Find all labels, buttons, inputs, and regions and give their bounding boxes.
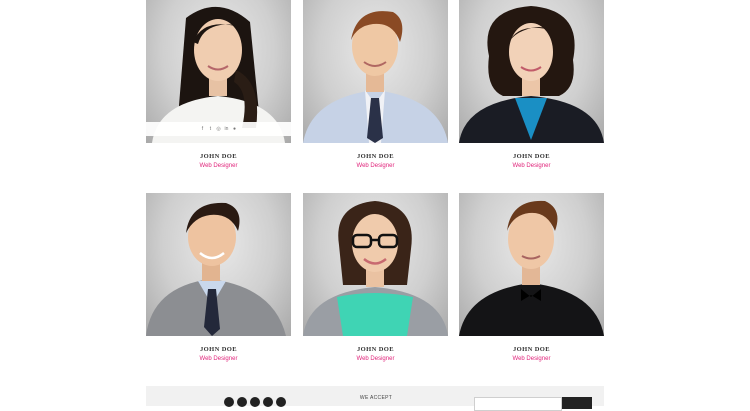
team-member-photo: f t ◎ in ● <box>146 0 291 143</box>
team-member-card[interactable]: JOHN DOE Web Designer <box>303 0 448 169</box>
payment-method-icon <box>237 397 247 407</box>
twitter-icon[interactable]: t <box>208 126 213 132</box>
team-member-name: JOHN DOE <box>513 346 550 353</box>
team-member-card[interactable]: JOHN DOE Web Designer <box>459 193 604 362</box>
team-member-photo <box>303 193 448 336</box>
payment-method-icon <box>224 397 234 407</box>
team-member-role: Web Designer <box>199 356 238 362</box>
footer-bar: WE ACCEPT <box>146 386 604 411</box>
linkedin-icon[interactable]: in <box>224 126 229 132</box>
team-member-role: Web Designer <box>512 163 551 169</box>
team-member-photo <box>146 193 291 336</box>
team-member-card[interactable]: JOHN DOE Web Designer <box>459 0 604 169</box>
newsletter-email-input[interactable] <box>474 397 562 411</box>
we-accept-label: WE ACCEPT <box>359 395 393 401</box>
team-member-photo <box>459 193 604 336</box>
newsletter-submit-button[interactable] <box>562 397 592 409</box>
team-member-card[interactable]: JOHN DOE Web Designer <box>303 193 448 362</box>
team-member-role: Web Designer <box>356 163 395 169</box>
team-member-role: Web Designer <box>199 163 238 169</box>
payment-method-icon <box>250 397 260 407</box>
dribbble-icon[interactable]: ◎ <box>216 126 221 132</box>
team-member-name: JOHN DOE <box>200 153 237 160</box>
team-member-role: Web Designer <box>356 356 395 362</box>
team-member-role: Web Designer <box>512 356 551 362</box>
team-member-card[interactable]: f t ◎ in ● JOHN DOE Web Designer <box>146 0 291 169</box>
team-member-name: JOHN DOE <box>357 153 394 160</box>
team-member-name: JOHN DOE <box>200 346 237 353</box>
payment-method-icon <box>276 397 286 407</box>
team-member-name: JOHN DOE <box>357 346 394 353</box>
team-member-name: JOHN DOE <box>513 153 550 160</box>
payment-icons <box>224 397 286 407</box>
team-member-card[interactable]: JOHN DOE Web Designer <box>146 193 291 362</box>
google-plus-icon[interactable]: ● <box>232 126 237 132</box>
payment-method-icon <box>263 397 273 407</box>
facebook-icon[interactable]: f <box>200 126 205 132</box>
team-member-photo <box>459 0 604 143</box>
team-member-photo <box>303 0 448 143</box>
social-links-bar: f t ◎ in ● <box>146 122 291 136</box>
